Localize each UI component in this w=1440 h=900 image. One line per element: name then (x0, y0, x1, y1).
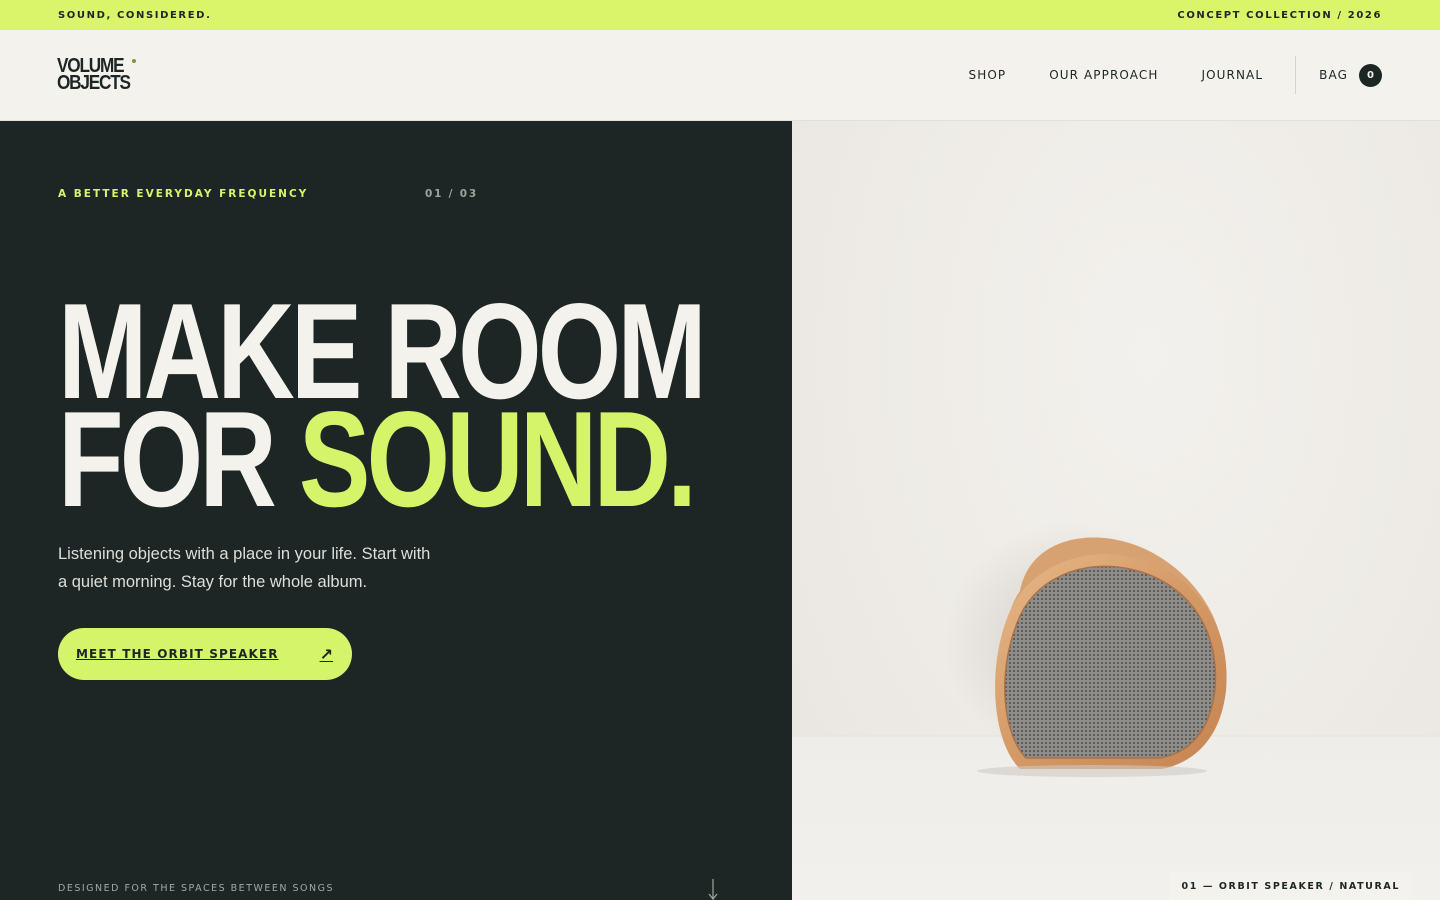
main-nav: SHOP OUR APPROACH JOURNAL BAG 0 (968, 30, 1382, 120)
hero-subcopy-line1: Listening objects with a place in your l… (58, 545, 431, 563)
headline-line2-accent: SOUND. (298, 383, 697, 535)
announcement-left: SOUND, CONSIDERED. (58, 9, 212, 21)
slide-counter: 01 / 03 (425, 188, 478, 200)
brand-logo-line2: OBJECTS (57, 72, 131, 94)
hero-headline: MAKE ROOM FOR SOUND. (58, 283, 707, 527)
arrow-down-icon[interactable] (705, 877, 721, 900)
hero-footnote: DESIGNED FOR THE SPACES BETWEEN SONGS (58, 883, 335, 894)
announcement-right: CONCEPT COLLECTION / 2026 (1177, 9, 1382, 21)
bag-button[interactable]: BAG 0 (1319, 63, 1382, 87)
cta-label: MEET THE ORBIT SPEAKER (76, 647, 279, 661)
bag-label: BAG (1319, 68, 1348, 82)
hero-subcopy: Listening objects with a place in your l… (58, 540, 478, 596)
meet-orbit-speaker-button[interactable]: MEET THE ORBIT SPEAKER ↗ (58, 628, 352, 680)
hero-subcopy-line2: a quiet morning. Stay for the whole albu… (58, 573, 368, 591)
orbit-speaker-illustration (792, 521, 1440, 900)
product-caption: 01 — ORBIT SPEAKER / NATURAL (1169, 872, 1412, 900)
arrow-up-right-icon: ↗ (319, 644, 333, 664)
nav-shop[interactable]: SHOP (968, 68, 1006, 82)
product-caption-text: 01 — ORBIT SPEAKER / NATURAL (1181, 880, 1400, 892)
nav-our-approach[interactable]: OUR APPROACH (1049, 68, 1158, 82)
product-image: 01 — ORBIT SPEAKER / NATURAL (792, 121, 1440, 900)
site-header: VOLUME OBJECTS SHOP OUR APPROACH JOURNAL… (0, 30, 1440, 121)
brand-logo-dot (132, 59, 136, 63)
bag-count-badge: 0 (1359, 63, 1382, 87)
headline-line2-plain: FOR (58, 383, 299, 535)
brand-logo[interactable]: VOLUME OBJECTS (57, 56, 136, 94)
nav-divider (1295, 56, 1297, 94)
nav-journal[interactable]: JOURNAL (1201, 68, 1263, 82)
hero-eyebrow: A BETTER EVERYDAY FREQUENCY (58, 188, 309, 200)
hero-panel: A BETTER EVERYDAY FREQUENCY 01 / 03 MAKE… (0, 121, 792, 900)
announcement-bar: SOUND, CONSIDERED. CONCEPT COLLECTION / … (0, 0, 1440, 30)
